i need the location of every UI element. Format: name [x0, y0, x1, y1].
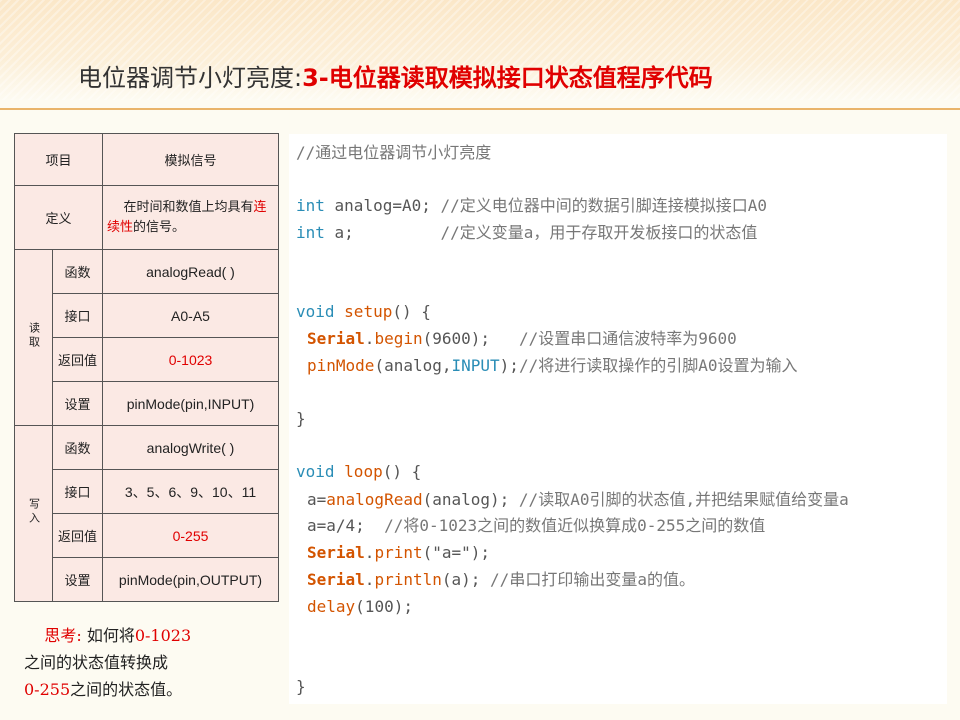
write-label-setup: 设置	[52, 557, 103, 602]
read-value-return: 0-1023	[102, 337, 279, 382]
write-value-setup: pinMode(pin,OUTPUT)	[102, 557, 279, 602]
code-line-14: }	[296, 677, 306, 696]
code-line-1: //通过电位器调节小灯亮度	[296, 143, 492, 162]
read-value-function: analogRead( )	[102, 249, 279, 294]
code-line-12: Serial.println(a); //串口打印输出变量a的值。	[307, 570, 695, 589]
code-line-4: void setup() {	[296, 302, 431, 321]
definition-label: 定义	[14, 185, 103, 250]
read-label-function: 函数	[52, 249, 103, 294]
write-label-port: 接口	[52, 469, 103, 514]
read-group-label: 读取	[14, 249, 53, 426]
title-main: 电位器调节小灯亮度:	[78, 64, 303, 92]
code-line-13: delay(100);	[307, 597, 413, 616]
title-divider	[0, 108, 960, 110]
title-sub: 3-电位器读取模拟接口状态值程序代码	[302, 64, 713, 92]
code-line-10: a=a/4; //将0-1023之间的数值近似换算成0-255之间的数值	[307, 516, 766, 535]
code-line-8: void loop() {	[296, 462, 422, 481]
write-label-function: 函数	[52, 425, 103, 470]
header-item: 项目	[14, 133, 103, 186]
write-label-return: 返回值	[52, 513, 103, 558]
write-value-function: analogWrite( )	[102, 425, 279, 470]
code-panel: //通过电位器调节小灯亮度 int analog=A0; //定义电位器中间的数…	[289, 134, 947, 704]
code-line-5: Serial.begin(9600); //设置串口通信波特率为9600	[307, 329, 737, 348]
code-line-9: a=analogRead(analog); //读取A0引脚的状态值,并把结果赋…	[307, 490, 849, 509]
read-label-port: 接口	[52, 293, 103, 338]
write-group-label: 写入	[14, 425, 53, 602]
read-label-setup: 设置	[52, 381, 103, 426]
write-value-port: 3、5、6、9、10、11	[102, 469, 279, 514]
code-line-2: int analog=A0; //定义电位器中间的数据引脚连接模拟接口A0	[296, 196, 768, 215]
slide-title: 电位器调节小灯亮度:3-电位器读取模拟接口状态值程序代码	[78, 60, 713, 96]
definition-text: 在时间和数值上均具有连续性的信号。	[102, 185, 279, 250]
code-line-3: int a; //定义变量a，用于存取开发板接口的状态值	[296, 223, 758, 242]
code-line-11: Serial.print("a=");	[307, 543, 491, 562]
write-value-return: 0-255	[102, 513, 279, 558]
code-line-7: }	[296, 409, 306, 428]
header-signal: 模拟信号	[102, 133, 279, 186]
read-value-setup: pinMode(pin,INPUT)	[102, 381, 279, 426]
read-label-return: 返回值	[52, 337, 103, 382]
signal-table: 项目 模拟信号 定义 在时间和数值上均具有连续性的信号。 读取 函数 analo…	[14, 133, 279, 602]
read-value-port: A0-A5	[102, 293, 279, 338]
thinking-question: 思考: 如何将0-1023 之间的状态值转换成 0-255之间的状态值。	[24, 626, 192, 699]
code-line-6: pinMode(analog,INPUT);//将进行读取操作的引脚A0设置为输…	[307, 356, 798, 375]
